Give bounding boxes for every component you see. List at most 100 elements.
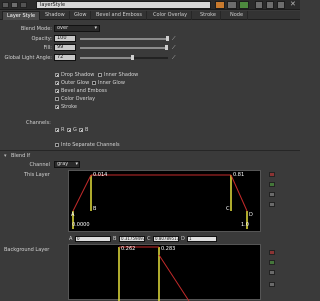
fill-slider[interactable] <box>80 45 169 50</box>
graph2-reset-button[interactable] <box>269 250 275 255</box>
graph1-b-label: B <box>93 206 97 212</box>
blend-mode-label: Blend Mode: <box>20 26 52 32</box>
tab-stroke[interactable]: Stroke <box>196 11 221 20</box>
node-name-field[interactable]: layerStyle <box>36 1 211 9</box>
inner-shadow-label: Inner Shadow <box>104 72 139 78</box>
background-layer-label: Background Layer <box>4 247 50 253</box>
tab-color-overlay[interactable]: Color Overlay <box>149 11 193 20</box>
b-input[interactable]: 0.317594937 <box>119 236 148 242</box>
this-layer-label: This Layer <box>24 172 50 178</box>
graph1-bottom-left-value: 0.0000 <box>72 222 90 228</box>
inner-shadow-checkbox[interactable] <box>98 73 102 77</box>
pin-icon[interactable] <box>20 2 27 8</box>
c-label: C <box>147 236 151 242</box>
tab-glow[interactable]: Glow <box>70 11 92 20</box>
graph2-option-button[interactable] <box>269 270 275 275</box>
fill-slider-fill <box>80 47 168 49</box>
channel-label: Channel <box>29 162 50 168</box>
channels-label: Channels: <box>26 120 51 126</box>
fill-input[interactable]: 99 <box>54 44 76 51</box>
blend-if-title: Blend If <box>11 153 31 159</box>
graph1-option2-button[interactable] <box>269 202 275 207</box>
graph1-reset-button[interactable] <box>269 172 275 177</box>
drop-shadow-checkbox[interactable]: ✕ <box>55 73 59 78</box>
d-input[interactable]: 1 <box>187 236 217 242</box>
maximize-button[interactable] <box>266 1 274 9</box>
outer-glow-label: Outer Glow <box>61 80 90 86</box>
opacity-anim-icon[interactable]: ⟋ <box>172 36 176 42</box>
node-color-button[interactable] <box>239 1 249 9</box>
node-icon[interactable] <box>2 2 9 8</box>
float-panel-button[interactable] <box>227 1 237 9</box>
this-layer-graph[interactable]: 0.014 0.81 A B C D 0.0000 1.0 <box>68 170 261 232</box>
fill-anim-icon[interactable]: ⟋ <box>172 45 176 51</box>
light-angle-slider[interactable] <box>80 55 168 60</box>
color-overlay-checkbox[interactable] <box>55 97 59 101</box>
graph1-d-label: D <box>249 212 253 218</box>
channel-r-label: R <box>61 127 65 133</box>
fill-slider-knob[interactable] <box>165 45 169 50</box>
blend-mode-select[interactable]: over ▾ <box>54 25 100 32</box>
graph2-top-right-value: 0.283 <box>161 246 176 252</box>
opacity-input[interactable]: 100 <box>54 35 76 42</box>
graph2-top-left-value: 0.262 <box>121 246 136 252</box>
c-input[interactable]: 0.807895173 <box>153 236 182 242</box>
channel-select[interactable]: gray ▾ <box>54 161 80 168</box>
chevron-down-icon: ▾ <box>75 161 78 167</box>
opacity-slider-fill <box>80 38 168 40</box>
channel-g-checkbox[interactable]: ✕ <box>67 128 71 133</box>
undock-button[interactable] <box>277 1 285 9</box>
tab-node[interactable]: Node <box>226 11 249 20</box>
channel-r-checkbox[interactable]: ✕ <box>55 128 59 133</box>
separate-channels-label: Into Separate Channels <box>61 142 120 148</box>
channel-select-value: gray <box>57 161 69 167</box>
title-bar: layerStyle ✕ <box>0 0 300 10</box>
chevron-down-icon: ▾ <box>94 25 97 31</box>
channel-g-label: G <box>73 127 77 133</box>
help-icon[interactable] <box>11 2 18 8</box>
light-angle-slider-knob[interactable] <box>130 55 134 60</box>
bevel-emboss-label: Bevel and Emboss <box>61 88 107 94</box>
light-angle-input[interactable]: 72 <box>54 54 76 61</box>
tab-shadow[interactable]: Shadow <box>41 11 70 20</box>
graph1-c-label: C <box>226 206 230 212</box>
graph2-option2-button[interactable] <box>269 282 275 287</box>
channel-b-checkbox[interactable]: ✕ <box>79 128 83 133</box>
color-overlay-label: Color Overlay <box>61 96 96 102</box>
channel-b-label: B <box>85 127 89 133</box>
light-angle-label: Global Light Angle: <box>4 55 52 61</box>
d-label: D <box>181 236 185 242</box>
tab-bevel-and-emboss[interactable]: Bevel and Emboss <box>92 11 147 20</box>
color-swatch-button[interactable] <box>215 1 225 9</box>
light-angle-anim-icon[interactable]: ⟋ <box>172 55 176 61</box>
section-divider <box>0 150 300 151</box>
opacity-slider-knob[interactable] <box>166 36 169 41</box>
blend-mode-value: over <box>57 25 69 31</box>
inner-glow-label: Inner Glow <box>98 80 125 86</box>
graph1-option-button[interactable] <box>269 192 275 197</box>
graph1-add-button[interactable] <box>269 182 275 187</box>
graph1-bottom-right-value: 1.0 <box>241 222 249 228</box>
this-layer-curve <box>72 174 248 229</box>
bevel-emboss-checkbox[interactable]: ✕ <box>55 89 59 94</box>
close-icon[interactable]: ✕ <box>290 0 296 9</box>
stroke-label: Stroke <box>61 104 77 110</box>
outer-glow-checkbox[interactable]: ✕ <box>55 81 59 86</box>
light-angle-slider-fill <box>80 57 133 59</box>
background-layer-graph[interactable]: 0.262 0.283 <box>68 244 261 301</box>
stroke-checkbox[interactable]: ✕ <box>55 105 59 110</box>
minimize-button[interactable] <box>255 1 263 9</box>
b-label: B <box>113 236 117 242</box>
graph2-add-button[interactable] <box>269 260 275 265</box>
tab-layer-style[interactable]: Layer Style <box>2 11 41 20</box>
collapse-arrow-icon[interactable]: ▾ <box>4 153 7 159</box>
separate-channels-checkbox[interactable] <box>55 143 59 147</box>
a-label: A <box>69 236 73 242</box>
fill-label: Fill: <box>43 45 52 51</box>
inner-glow-checkbox[interactable] <box>92 81 96 85</box>
a-input[interactable]: 0 <box>75 236 111 242</box>
tab-bar: Layer Style Shadow Glow Bevel and Emboss… <box>0 11 300 20</box>
opacity-label: Opacity: <box>31 36 52 42</box>
graph1-top-left-value: 0.014 <box>93 172 108 178</box>
opacity-slider[interactable] <box>80 36 169 41</box>
